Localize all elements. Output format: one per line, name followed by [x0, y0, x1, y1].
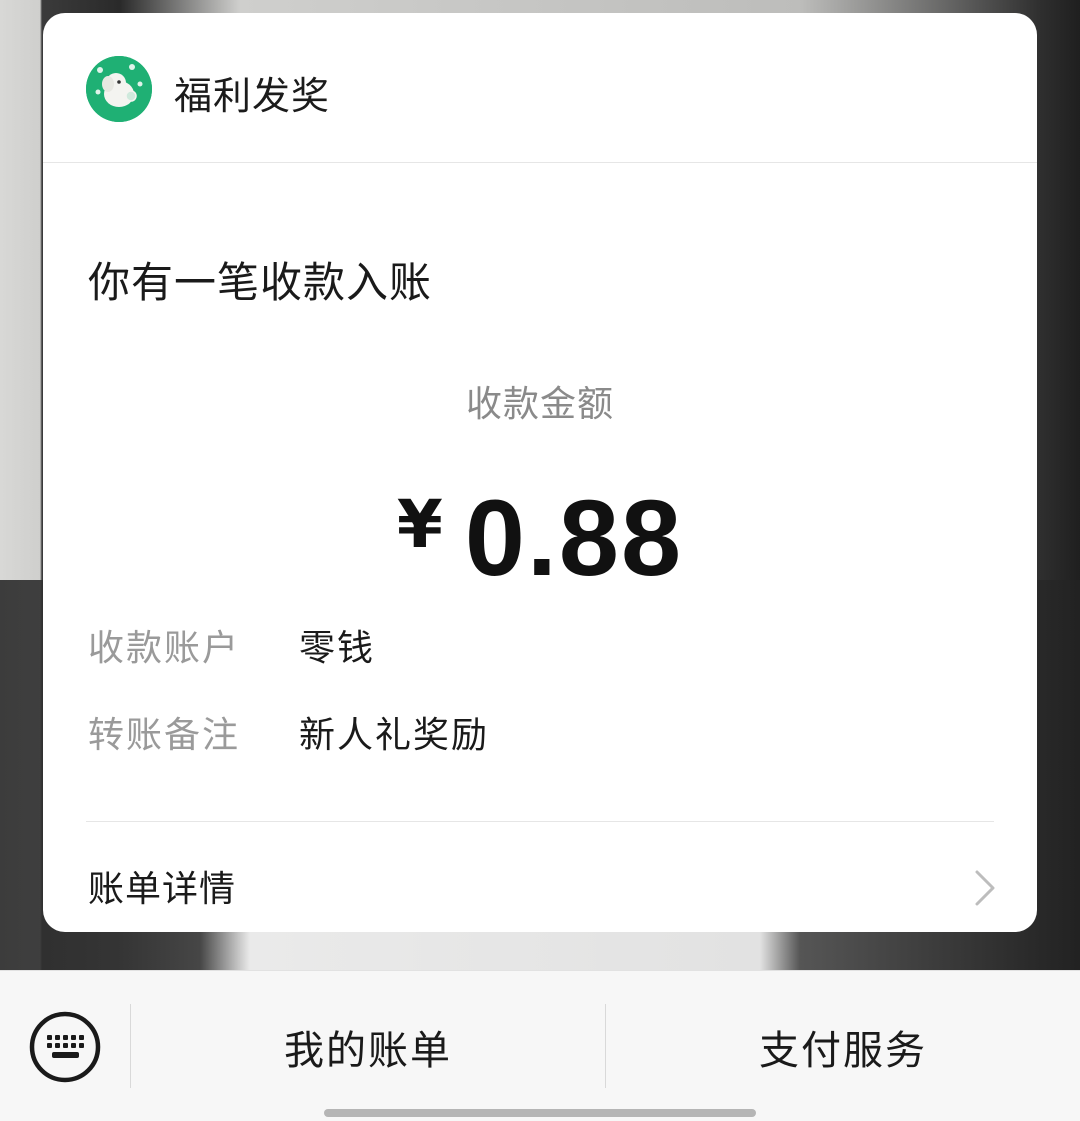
- my-bills-button[interactable]: 我的账单: [131, 971, 605, 1121]
- chevron-right-icon: [975, 870, 995, 906]
- info-value-account: 零钱: [299, 628, 376, 669]
- keyboard-icon[interactable]: [28, 1010, 102, 1084]
- payment-notification-card[interactable]: 福利发奖 你有一笔收款入账 收款金额 ¥0.88 收款账户 零钱 转账备注 新人…: [43, 13, 1037, 932]
- notification-headline: 你有一笔收款入账: [88, 258, 433, 307]
- bottom-menu-bar: 我的账单 支付服务: [0, 970, 1080, 1121]
- info-value-note: 新人礼奖励: [299, 715, 490, 756]
- amount-value: 0.88: [464, 477, 684, 598]
- bill-details-label: 账单详情: [88, 869, 237, 910]
- card-header[interactable]: 福利发奖: [43, 13, 1037, 163]
- currency-symbol: ¥: [396, 486, 443, 563]
- info-key-account: 收款账户: [88, 628, 241, 669]
- payment-services-button[interactable]: 支付服务: [606, 971, 1080, 1121]
- amount-display: ¥0.88: [43, 475, 1037, 600]
- info-key-note: 转账备注: [88, 715, 241, 756]
- home-indicator[interactable]: [324, 1109, 756, 1117]
- amount-label: 收款金额: [465, 384, 614, 425]
- elephant-logo-icon: [86, 56, 152, 122]
- brand-name: 福利发奖: [174, 74, 331, 118]
- bill-details-link[interactable]: 账单详情: [43, 822, 1037, 932]
